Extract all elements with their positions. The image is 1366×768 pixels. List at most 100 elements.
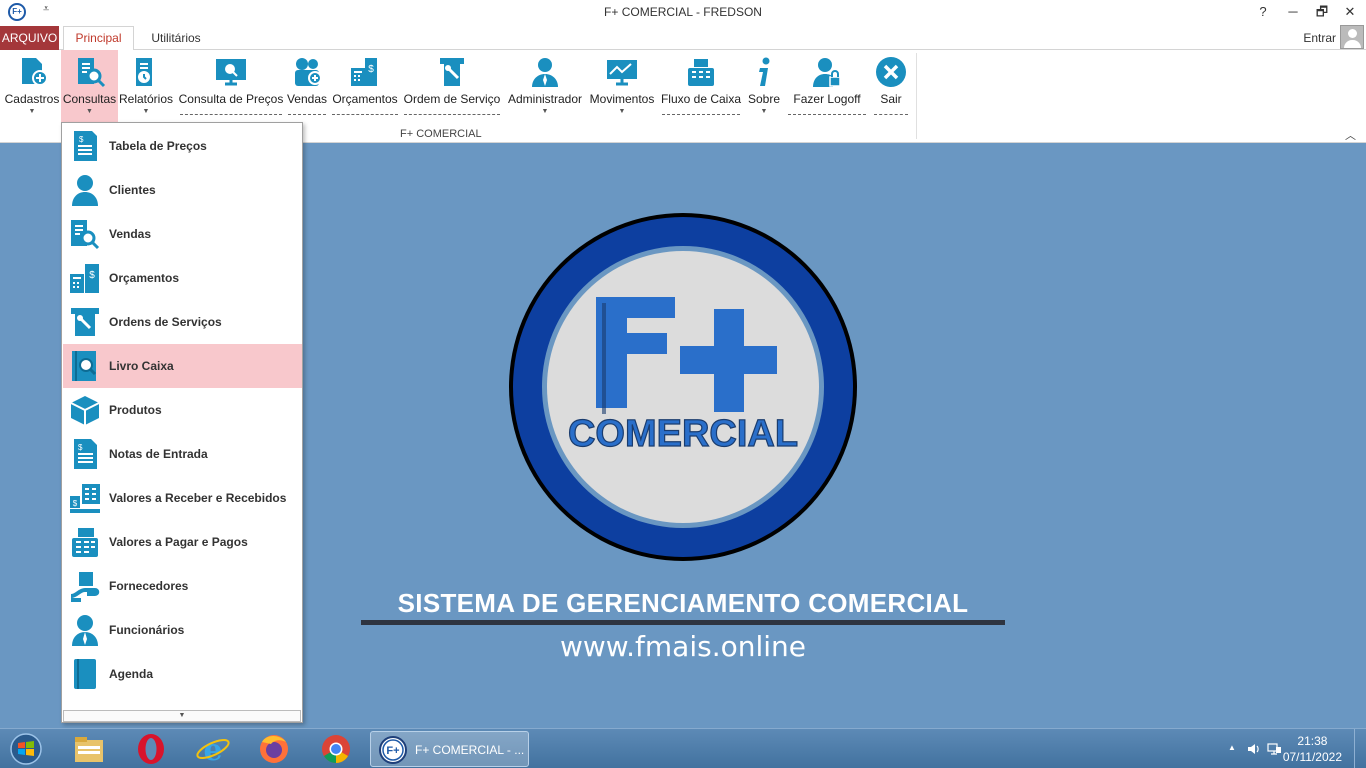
consulta-de-precos-button[interactable]: Consulta de Preços [178,50,284,125]
vendas-label: Vendas [286,92,328,106]
avatar[interactable] [1340,25,1364,49]
tab-utilitarios[interactable]: Utilitários [140,26,212,50]
orcamentos-label: Orçamentos [332,92,398,106]
collapse-ribbon-icon[interactable]: ︿ [1345,127,1356,143]
agenda-icon [74,659,96,689]
menu-item-ordens-de-servicos[interactable]: Ordens de Serviços [63,300,302,344]
budget-icon: $ [70,264,99,293]
system-subtitle: SISTEMA DE GERENCIAMENTO COMERCIAL [397,588,969,618]
menu-item-label: Funcionários [109,623,185,637]
dropdown-scroll-down-button[interactable]: ▼ [63,710,301,722]
monitor-search-icon [216,59,246,86]
fluxo-de-caixa-button[interactable]: Fluxo de Caixa [660,50,742,125]
menu-item-livro-caixa[interactable]: Livro Caixa [63,344,302,388]
chevron-down-icon: ▼ [618,108,626,115]
menu-item-label: Ordens de Serviços [109,315,222,329]
windows-start-icon[interactable] [6,732,46,766]
menu-item-vendas[interactable]: Vendas [63,212,302,256]
employee-icon [72,615,98,646]
chevron-down-icon: ▼ [28,108,36,115]
partial-item-icon [69,702,101,710]
help-button[interactable]: ? [1249,2,1277,22]
add-document-icon [22,58,48,86]
tab-arquivo[interactable]: ARQUIVO [0,26,59,50]
ordem-de-servico-button[interactable]: Ordem de Serviço [402,50,502,125]
menu-item-orcamentos[interactable]: $ Orçamentos [63,256,302,300]
firefox-icon[interactable] [254,732,294,766]
chevron-down-icon: ▼ [760,108,768,115]
menu-item-tabela-de-precos[interactable]: $ Tabela de Preços [63,124,302,168]
consultas-button[interactable]: Consultas ▼ [61,50,118,125]
clock[interactable]: 21:38 07/11/2022 [1283,733,1342,765]
fazer-logoff-button[interactable]: Fazer Logoff [786,50,868,125]
service-order-icon [440,58,464,86]
menu-item-valores-a-receber[interactable]: $ Valores a Receber e Recebidos [63,476,302,520]
logo-wordmark: COMERCIAL [568,413,798,455]
website-url[interactable]: www.fmais.online [362,630,1004,663]
sobre-button[interactable]: Sobre ▼ [744,50,784,125]
close-button[interactable]: ✕ [1336,2,1364,22]
sair-button[interactable]: Sair [872,50,910,125]
movimentos-label: Movimentos [589,92,655,106]
menu-item-label: Vendas [109,227,152,241]
restore-button[interactable]: 🗗 [1308,2,1336,22]
relatorios-button[interactable]: Relatórios ▼ [118,50,174,125]
cadastros-label: Cadastros [4,92,60,106]
internet-explorer-icon[interactable]: e [193,732,233,766]
dashed-underline [404,114,500,115]
cash-register-icon [688,59,714,86]
sair-label: Sair [880,92,902,106]
chevron-down-icon: ▼ [86,108,93,115]
fplus-comercial-logo: COMERCIAL [509,213,857,561]
ribbon-tabs: ARQUIVO Principal Utilitários Entrar [0,25,1366,51]
taskbar-task-fplus[interactable]: F+ F+ COMERCIAL - ... [370,731,529,767]
sobre-label: Sobre [747,92,781,106]
chrome-icon[interactable] [316,732,356,766]
clock-date: 07/11/2022 [1282,750,1342,764]
volume-icon[interactable] [1246,741,1262,757]
menu-item-funcionarios[interactable]: Funcionários [63,608,302,652]
menu-item-partial [63,696,302,710]
menu-item-valores-a-pagar[interactable]: Valores a Pagar e Pagos [63,520,302,564]
tab-principal[interactable]: Principal [63,26,134,51]
svg-text:$: $ [78,443,83,452]
menu-item-fornecedores[interactable]: Fornecedores [63,564,302,608]
svg-text:$: $ [368,64,374,75]
dashed-underline [874,114,908,115]
menu-item-clientes[interactable]: Clientes [63,168,302,212]
client-icon [72,175,98,206]
menu-item-notas-de-entrada[interactable]: $ Notas de Entrada [63,432,302,476]
svg-text:F+: F+ [386,745,399,757]
supplier-icon [70,572,100,602]
ribbon-group-label: F+ COMERCIAL [400,128,482,140]
menu-item-label: Clientes [109,183,156,197]
administrador-label: Administrador [507,92,583,106]
logoff-user-icon [813,58,841,87]
menu-item-label: Valores a Receber e Recebidos [109,491,287,505]
menu-item-label: Produtos [109,403,162,417]
dashed-underline [288,114,326,115]
payables-icon [72,528,98,557]
network-icon[interactable] [1266,741,1282,757]
menu-item-label: Notas de Entrada [109,447,208,461]
price-list-icon: $ [74,131,97,161]
vendas-button[interactable]: Vendas [286,50,328,125]
dashed-underline [788,114,866,115]
entrar-link[interactable]: Entrar [1303,31,1336,45]
fazer-logoff-label: Fazer Logoff [793,92,861,106]
orcamentos-button[interactable]: $ Orçamentos [330,50,400,125]
opera-icon[interactable] [131,732,171,766]
show-desktop-button[interactable] [1354,729,1366,768]
menu-item-agenda[interactable]: Agenda [63,652,302,696]
cadastros-button[interactable]: Cadastros ▼ [4,50,60,125]
menu-item-produtos[interactable]: Produtos [63,388,302,432]
consulta-de-precos-label: Consulta de Preços [178,92,284,106]
administrador-button[interactable]: Administrador ▼ [505,50,585,125]
minimize-button[interactable]: ─ [1279,2,1307,22]
movimentos-button[interactable]: Movimentos ▼ [587,50,657,125]
file-explorer-icon[interactable] [69,732,109,766]
fluxo-de-caixa-label: Fluxo de Caixa [660,92,742,106]
report-clock-icon [136,58,152,86]
movements-chart-icon [607,60,637,86]
tray-overflow-icon[interactable]: ▲ [1228,743,1236,752]
